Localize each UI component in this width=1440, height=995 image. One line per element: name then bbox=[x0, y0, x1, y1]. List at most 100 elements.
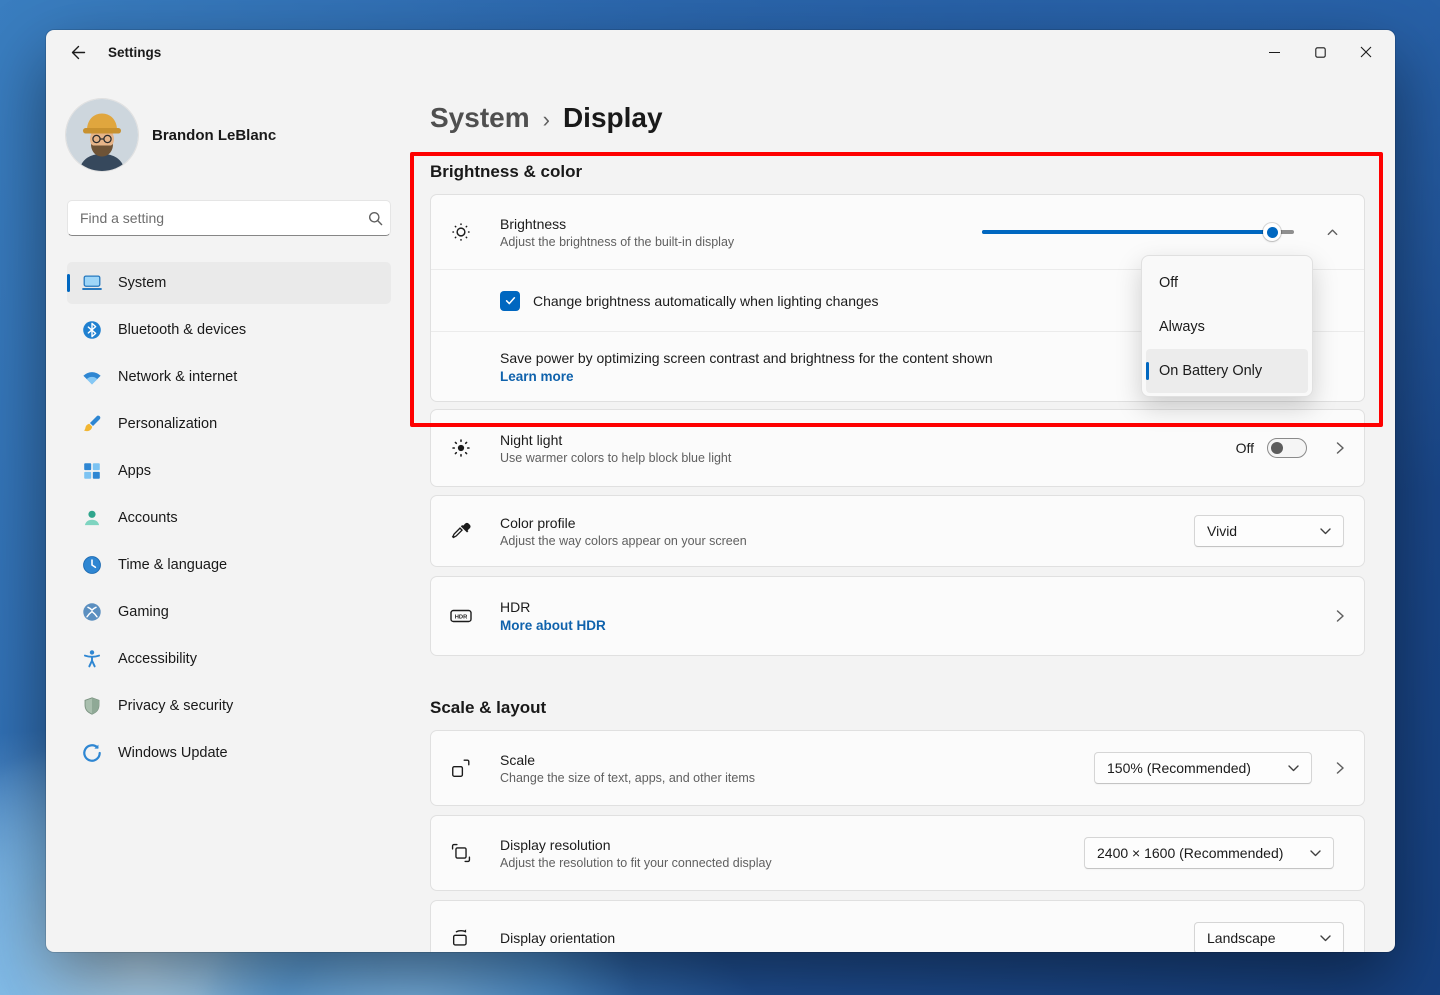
back-arrow-icon bbox=[70, 44, 87, 61]
sidebar-nav: System Bluetooth & devices Network & int… bbox=[67, 262, 391, 774]
brightness-subtitle: Adjust the brightness of the built-in di… bbox=[500, 235, 734, 249]
display-resolution-title: Display resolution bbox=[500, 837, 772, 853]
auto-brightness-label: Change brightness automatically when lig… bbox=[533, 293, 879, 309]
scale-card: Scale Change the size of text, apps, and… bbox=[430, 730, 1365, 806]
settings-window: Settings bbox=[46, 30, 1395, 952]
main-content: System › Display Brightness & color Brig… bbox=[430, 74, 1367, 952]
display-resolution-row: Display resolution Adjust the resolution… bbox=[431, 816, 1364, 890]
sidebar-item-gaming[interactable]: Gaming bbox=[67, 591, 391, 633]
slider-fill bbox=[982, 230, 1272, 234]
brightness-title: Brightness bbox=[500, 216, 734, 232]
scale-value: 150% (Recommended) bbox=[1107, 760, 1251, 776]
close-icon bbox=[1360, 46, 1372, 58]
color-profile-icon bbox=[449, 520, 473, 542]
svg-text:HDR: HDR bbox=[455, 615, 468, 621]
user-name: Brandon LeBlanc bbox=[152, 127, 276, 144]
color-profile-dropdown[interactable]: Vivid bbox=[1194, 515, 1344, 547]
display-resolution-card: Display resolution Adjust the resolution… bbox=[430, 815, 1365, 891]
hdr-card: HDR HDR More about HDR bbox=[430, 576, 1365, 656]
night-light-toggle[interactable] bbox=[1267, 438, 1307, 458]
scale-title: Scale bbox=[500, 752, 755, 768]
scale-dropdown[interactable]: 150% (Recommended) bbox=[1094, 752, 1312, 784]
flyout-option-on-battery-only[interactable]: On Battery Only bbox=[1146, 349, 1308, 393]
flyout-option-label: Off bbox=[1159, 275, 1178, 291]
chevron-right-icon[interactable] bbox=[1334, 441, 1346, 455]
section-header-brightness-color: Brightness & color bbox=[430, 162, 1367, 182]
night-light-title: Night light bbox=[500, 432, 731, 448]
display-orientation-title: Display orientation bbox=[500, 930, 615, 946]
search-box[interactable] bbox=[67, 200, 391, 236]
night-light-icon bbox=[449, 437, 473, 459]
sidebar-item-personalization[interactable]: Personalization bbox=[67, 403, 391, 445]
chevron-up-icon bbox=[1326, 226, 1339, 239]
sidebar-item-accounts[interactable]: Accounts bbox=[67, 497, 391, 539]
selected-indicator bbox=[1146, 362, 1149, 380]
minimize-button[interactable] bbox=[1251, 30, 1297, 74]
titlebar: Settings bbox=[46, 30, 1395, 74]
breadcrumb-parent[interactable]: System bbox=[430, 102, 530, 134]
sidebar-item-apps[interactable]: Apps bbox=[67, 450, 391, 492]
display-orientation-icon bbox=[449, 927, 473, 949]
scale-subtitle: Change the size of text, apps, and other… bbox=[500, 771, 755, 785]
sidebar-item-bluetooth-devices[interactable]: Bluetooth & devices bbox=[67, 309, 391, 351]
sidebar-item-time-language[interactable]: Time & language bbox=[67, 544, 391, 586]
search-icon bbox=[360, 211, 390, 226]
more-about-hdr-link[interactable]: More about HDR bbox=[500, 618, 606, 633]
sidebar-item-privacy-security[interactable]: Privacy & security bbox=[67, 685, 391, 727]
breadcrumb: System › Display bbox=[430, 102, 1367, 134]
display-resolution-dropdown[interactable]: 2400 × 1600 (Recommended) bbox=[1084, 837, 1334, 869]
display-orientation-value: Landscape bbox=[1207, 930, 1276, 946]
sidebar-item-label: Accounts bbox=[118, 510, 178, 526]
brightness-mode-flyout: Off Always On Battery Only bbox=[1141, 255, 1313, 397]
page-title: Display bbox=[563, 102, 663, 134]
sidebar-item-accessibility[interactable]: Accessibility bbox=[67, 638, 391, 680]
breadcrumb-separator-icon: › bbox=[543, 107, 550, 133]
night-light-subtitle: Use warmer colors to help block blue lig… bbox=[500, 451, 731, 465]
flyout-option-label: On Battery Only bbox=[1159, 363, 1262, 379]
chevron-right-icon[interactable] bbox=[1334, 761, 1346, 775]
color-profile-row: Color profile Adjust the way colors appe… bbox=[431, 496, 1364, 566]
collapse-button[interactable] bbox=[1318, 218, 1346, 246]
color-profile-title: Color profile bbox=[500, 515, 747, 531]
sidebar-item-label: Apps bbox=[118, 463, 151, 479]
accessibility-icon bbox=[80, 647, 104, 671]
display-orientation-dropdown[interactable]: Landscape bbox=[1194, 922, 1344, 952]
color-profile-subtitle: Adjust the way colors appear on your scr… bbox=[500, 534, 747, 548]
color-profile-card: Color profile Adjust the way colors appe… bbox=[430, 495, 1365, 567]
slider-handle[interactable] bbox=[1263, 223, 1281, 241]
chevron-right-icon[interactable] bbox=[1334, 609, 1346, 623]
slider-track bbox=[982, 230, 1294, 234]
checkmark-icon bbox=[504, 294, 517, 307]
sidebar: Brandon LeBlanc System bbox=[46, 74, 422, 952]
toggle-knob bbox=[1271, 442, 1283, 454]
save-power-text: Save power by optimizing screen contrast… bbox=[500, 350, 993, 366]
accounts-icon bbox=[80, 506, 104, 530]
sidebar-item-label: Windows Update bbox=[118, 745, 228, 761]
night-light-row[interactable]: Night light Use warmer colors to help bl… bbox=[431, 410, 1364, 486]
gaming-icon bbox=[80, 600, 104, 624]
system-icon bbox=[80, 271, 104, 295]
brightness-slider[interactable] bbox=[982, 222, 1294, 242]
close-button[interactable] bbox=[1343, 30, 1389, 74]
maximize-icon bbox=[1315, 47, 1326, 58]
sidebar-item-label: Gaming bbox=[118, 604, 169, 620]
scale-row[interactable]: Scale Change the size of text, apps, and… bbox=[431, 731, 1364, 805]
hdr-title: HDR bbox=[500, 599, 606, 615]
sidebar-item-network-internet[interactable]: Network & internet bbox=[67, 356, 391, 398]
back-button[interactable] bbox=[62, 37, 94, 67]
scale-icon bbox=[449, 757, 473, 779]
desktop-wallpaper: Settings bbox=[0, 0, 1440, 995]
learn-more-link[interactable]: Learn more bbox=[500, 369, 574, 384]
maximize-button[interactable] bbox=[1297, 30, 1343, 74]
user-profile[interactable]: Brandon LeBlanc bbox=[66, 99, 276, 171]
window-controls bbox=[1251, 30, 1395, 74]
flyout-option-off[interactable]: Off bbox=[1146, 261, 1308, 305]
sidebar-item-windows-update[interactable]: Windows Update bbox=[67, 732, 391, 774]
sidebar-item-system[interactable]: System bbox=[67, 262, 391, 304]
sidebar-item-label: Time & language bbox=[118, 557, 227, 573]
flyout-option-always[interactable]: Always bbox=[1146, 305, 1308, 349]
hdr-row[interactable]: HDR HDR More about HDR bbox=[431, 577, 1364, 655]
auto-brightness-checkbox[interactable] bbox=[500, 291, 520, 311]
search-input[interactable] bbox=[68, 210, 360, 226]
display-resolution-subtitle: Adjust the resolution to fit your connec… bbox=[500, 856, 772, 870]
